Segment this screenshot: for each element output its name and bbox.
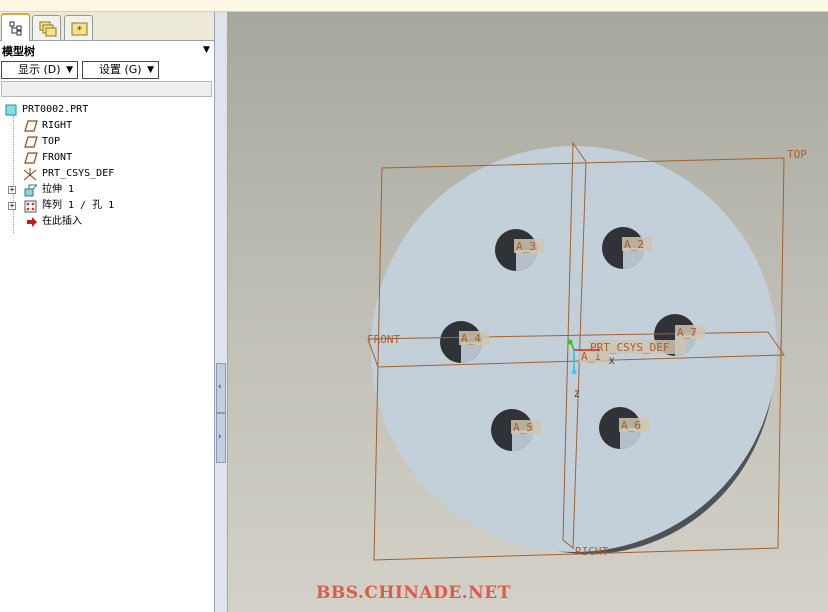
model-tree-icon	[9, 21, 22, 36]
show-button[interactable]: 显示 (D) ▼	[1, 61, 78, 79]
layers-icon	[39, 21, 57, 37]
axis-label-a4[interactable]: A_4	[461, 332, 481, 345]
datum-plane-icon	[24, 120, 38, 132]
panel-menu-arrow-icon[interactable]: ▼	[203, 45, 210, 55]
axis-z-label: Z	[574, 390, 580, 400]
extrude-icon	[24, 184, 38, 197]
expand-icon[interactable]: +	[8, 186, 16, 194]
tree-connector	[13, 115, 14, 233]
chevron-down-icon: ▼	[147, 65, 154, 75]
panel-title: 模型树	[2, 45, 35, 58]
plane-label-front[interactable]: FRONT	[367, 333, 400, 346]
axis-x-label: X	[609, 357, 615, 367]
expand-handle[interactable]: ›	[216, 413, 226, 463]
axis-label-a3[interactable]: A_3	[516, 240, 536, 253]
expand-icon[interactable]: +	[8, 202, 16, 210]
favorites-icon: *	[71, 22, 88, 36]
axis-label-a2[interactable]: A_2	[624, 238, 644, 251]
insert-here-icon	[27, 217, 37, 227]
model-tree-panel: * 模型树 ▼ 显示 (D) ▼ 设置 (G) ▼ PRT0002.PRT RI…	[0, 12, 215, 612]
show-button-label: 显示 (D)	[18, 63, 61, 76]
svg-text:*: *	[77, 25, 82, 36]
top-strip	[0, 0, 828, 12]
datum-plane-icon	[24, 152, 38, 164]
plane-label-right[interactable]: RIGHT	[575, 545, 608, 558]
tab-favorites[interactable]: *	[64, 15, 93, 40]
chevron-right-icon: ›	[218, 432, 222, 442]
model-view[interactable]: TOP FRONT RIGHT A_3 A_2 A_4 A_7 A_5 A_6 …	[228, 12, 828, 612]
pattern-icon	[24, 200, 37, 213]
collapse-handle[interactable]: ‹	[216, 363, 226, 413]
watermark: BBS.CHINADE.NET	[316, 583, 511, 603]
axis-label-a7[interactable]: A_7	[677, 326, 697, 339]
tree-column-header	[1, 81, 212, 97]
csys-label[interactable]: PRT_CSYS_DEF	[590, 341, 669, 354]
plane-label-top[interactable]: TOP	[787, 148, 807, 161]
chevron-left-icon: ‹	[218, 382, 222, 392]
navigator-tabs: *	[0, 12, 214, 41]
part-icon	[5, 104, 17, 116]
csys-icon	[23, 168, 37, 181]
settings-button[interactable]: 设置 (G) ▼	[82, 61, 159, 79]
tab-model-tree[interactable]	[1, 13, 30, 41]
settings-button-label: 设置 (G)	[99, 63, 142, 76]
datum-plane-icon	[24, 136, 38, 148]
chevron-down-icon: ▼	[66, 65, 73, 75]
tab-layers[interactable]	[32, 15, 61, 40]
axis-label-a5[interactable]: A_5	[513, 421, 533, 434]
graphics-window[interactable]: TOP FRONT RIGHT A_3 A_2 A_4 A_7 A_5 A_6 …	[228, 12, 828, 612]
panel-splitter[interactable]	[215, 12, 228, 612]
axis-label-a6[interactable]: A_6	[621, 419, 641, 432]
